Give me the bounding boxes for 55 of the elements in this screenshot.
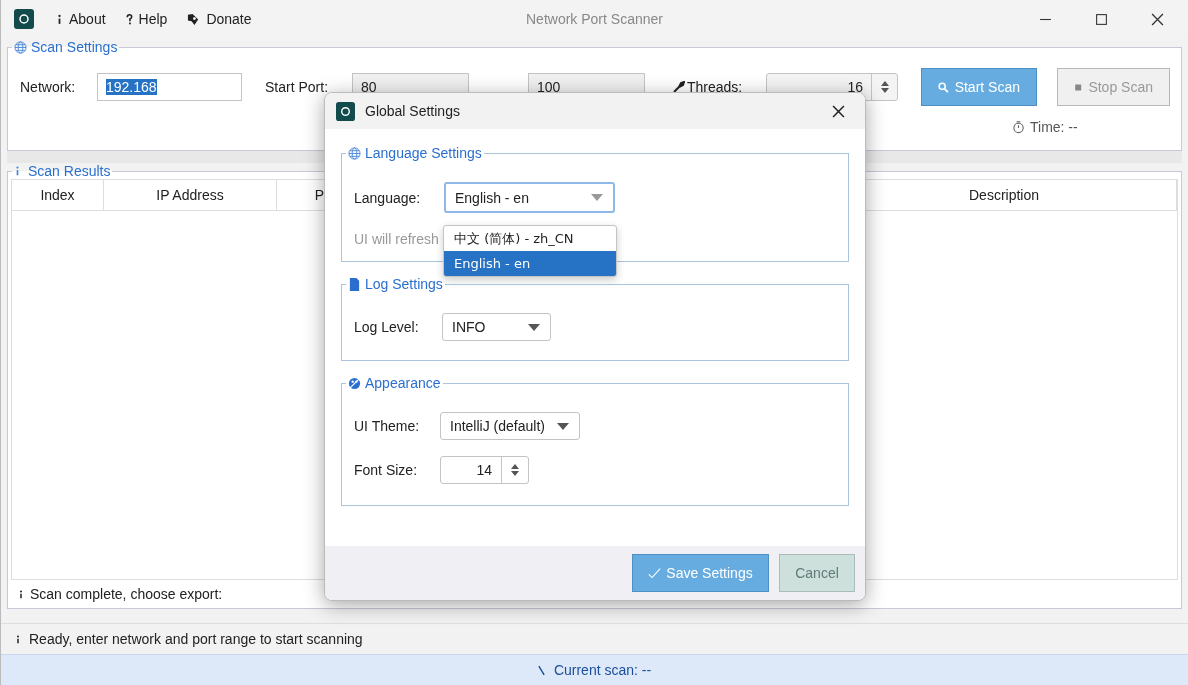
close-icon[interactable] (1151, 12, 1164, 26)
section-title: Scan Settings (31, 39, 118, 55)
field-label: UI Theme: (354, 418, 421, 434)
caret-icon (591, 194, 603, 201)
app-icon (14, 9, 34, 29)
language-dropdown[interactable]: English - en (444, 182, 615, 213)
menu-item[interactable]: Help (125, 9, 168, 29)
hint-text: UI will refresh (354, 231, 439, 247)
up-down-arrows-icon[interactable] (510, 463, 520, 477)
section-title: Language Settings (365, 145, 482, 161)
info-icon (15, 633, 21, 645)
field-label: Network: (20, 79, 77, 95)
wrench-icon (673, 81, 685, 93)
close-icon[interactable] (832, 104, 845, 118)
section-title: Appearance (365, 375, 441, 391)
field-label: Threads: (687, 79, 744, 95)
status-text: Ready, enter network and port range to start scanning (29, 631, 363, 647)
network-field[interactable]: 192.168 (97, 73, 242, 101)
search-icon (938, 80, 949, 94)
caret-icon (528, 323, 540, 331)
info-icon (18, 588, 24, 600)
window-title: Network Port Scanner (526, 11, 663, 27)
spinner-icon (537, 663, 545, 677)
dialog-title: Global Settings (365, 103, 461, 119)
section-title: Scan Results (28, 163, 111, 179)
caret-icon (557, 422, 569, 430)
section-title: Log Settings (365, 276, 443, 292)
info-icon (56, 12, 63, 26)
app-icon (336, 101, 355, 121)
menu-item[interactable]: Donate (187, 9, 252, 29)
column-header[interactable]: IP Address (104, 180, 277, 210)
up-down-arrows-icon[interactable] (879, 80, 890, 94)
elapsed-time: Time: -- (1030, 119, 1078, 135)
globe-icon (348, 146, 361, 160)
menu-item[interactable]: About (56, 9, 106, 29)
log-level-dropdown[interactable]: INFO (442, 313, 551, 341)
document-icon (348, 277, 361, 291)
stopwatch-icon (1012, 120, 1025, 134)
theme-dropdown[interactable]: IntelliJ (default) (440, 412, 580, 440)
help-icon (125, 12, 133, 26)
globe-icon (14, 40, 27, 54)
palette-icon (348, 376, 361, 390)
info-icon (14, 165, 21, 177)
font-size-spinner[interactable]: 14 (440, 456, 529, 484)
field-label: Log Level: (354, 319, 420, 335)
column-header[interactable]: Index (12, 180, 104, 210)
check-icon (648, 566, 662, 580)
export-label: Scan complete, choose export: (30, 586, 223, 602)
field-label: Start Port: (265, 79, 330, 95)
hand-icon (187, 12, 201, 26)
field-label: Font Size: (354, 462, 419, 478)
current-scan-text: Current scan: -- (553, 662, 652, 678)
language-option[interactable]: 中文 (简体) - zh_CN (444, 226, 616, 251)
language-option[interactable]: English - en (444, 251, 616, 276)
maximize-icon[interactable] (1095, 12, 1108, 26)
